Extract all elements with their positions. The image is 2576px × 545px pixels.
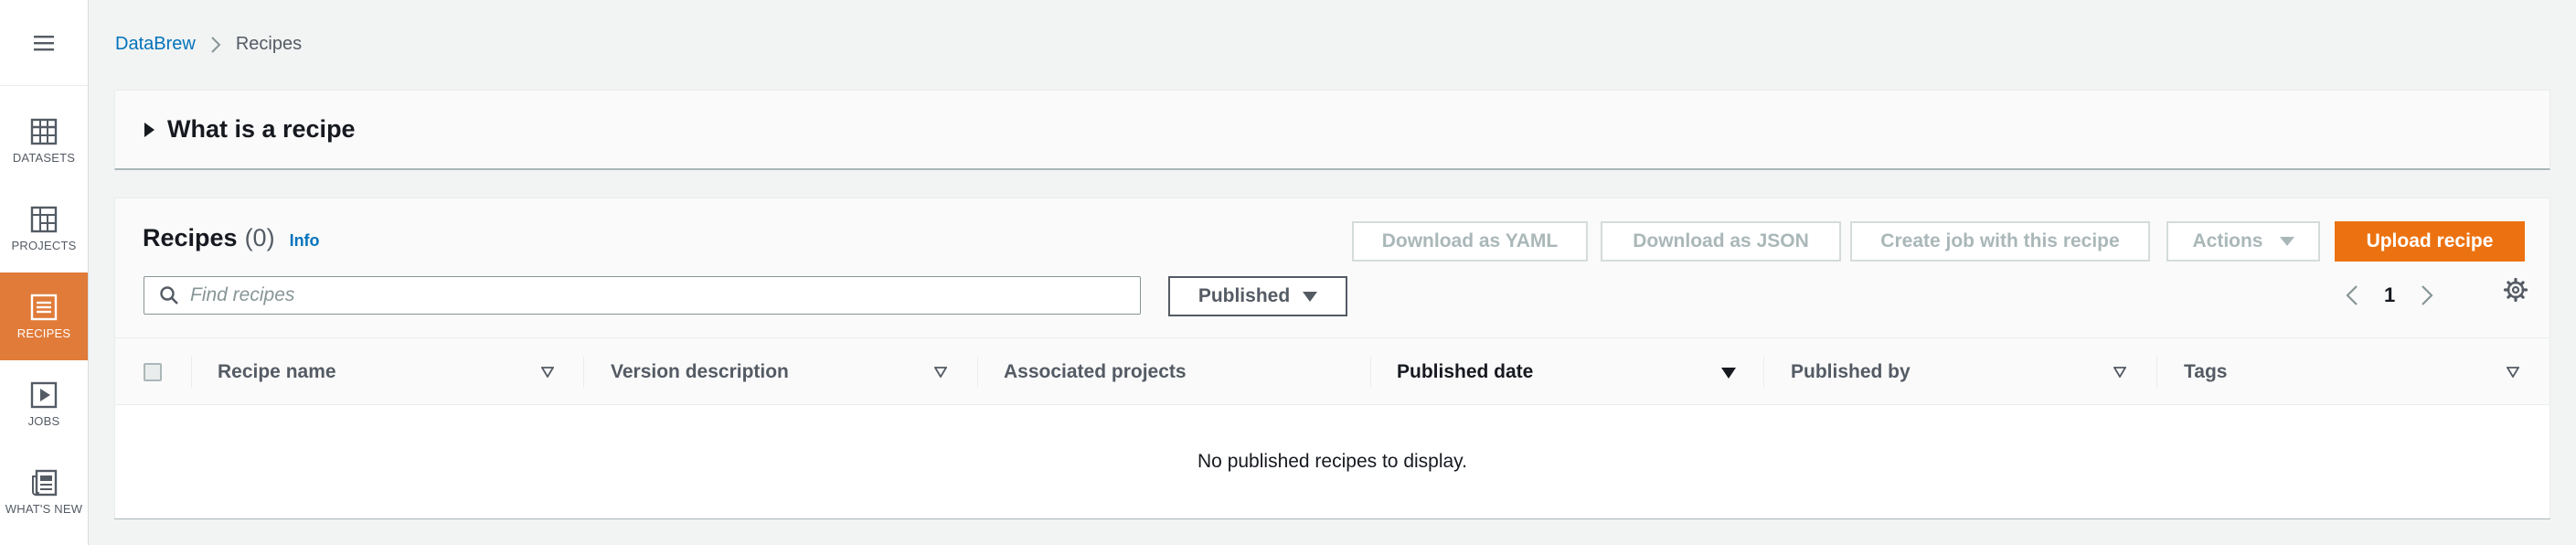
sort-icon[interactable]: [541, 367, 554, 378]
actions-dropdown[interactable]: Actions: [2166, 221, 2320, 262]
column-header-version-description[interactable]: Version description: [611, 338, 789, 406]
recipes-header: Recipes (0) Info: [143, 224, 320, 252]
menu-toggle-button[interactable]: [0, 0, 88, 86]
nav-item-projects[interactable]: PROJECTS: [0, 185, 88, 272]
status-filter-dropdown[interactable]: Published: [1168, 276, 1347, 316]
table-header: Recipe name Version description Associat…: [115, 337, 2549, 405]
recipes-table-container: Recipes (0) Info Download as YAML Downlo…: [114, 198, 2550, 519]
select-all-checkbox[interactable]: [144, 363, 162, 381]
chevron-right-icon[interactable]: [2421, 284, 2433, 306]
column-divider: [583, 357, 584, 388]
breadcrumb-current: Recipes: [235, 34, 303, 54]
column-header-recipe-name[interactable]: Recipe name: [218, 338, 336, 406]
nav-item-recipes[interactable]: RECIPES: [0, 272, 88, 360]
empty-state-message: No published recipes to display.: [1198, 451, 1467, 472]
column-divider: [1763, 357, 1764, 388]
nav-item-jobs[interactable]: JOBS: [0, 360, 88, 448]
column-header-tags[interactable]: Tags: [2184, 338, 2227, 406]
chevron-left-icon[interactable]: [2346, 284, 2358, 306]
search-box: [144, 276, 1141, 315]
actions-label: Actions: [2192, 230, 2263, 251]
column-label: Published by: [1791, 361, 1911, 382]
caret-down-icon: [2279, 237, 2294, 246]
column-divider: [2156, 357, 2157, 388]
nav-item-datasets[interactable]: DATASETS: [0, 97, 88, 185]
nav-item-label: JOBS: [27, 413, 60, 428]
search-input[interactable]: [190, 284, 1104, 306]
create-job-button[interactable]: Create job with this recipe: [1850, 221, 2150, 262]
column-label: Associated projects: [1004, 361, 1187, 382]
expander-title: What is a recipe: [167, 115, 356, 143]
newspaper-icon: [32, 469, 58, 496]
column-label: Recipe name: [218, 361, 336, 382]
hamburger-icon: [34, 35, 54, 50]
grid-icon: [30, 206, 58, 232]
current-page[interactable]: 1: [2384, 283, 2395, 307]
column-header-published-by[interactable]: Published by: [1791, 338, 1911, 406]
column-label: Version description: [611, 361, 789, 382]
column-header-published-date[interactable]: Published date: [1397, 338, 1533, 406]
download-yaml-button[interactable]: Download as YAML: [1352, 221, 1588, 262]
search-icon: [160, 286, 178, 305]
filter-selected-value: Published: [1198, 285, 1291, 306]
column-divider: [1370, 357, 1371, 388]
recipe-icon: [30, 294, 58, 320]
pagination: 1: [2346, 275, 2433, 315]
recipes-count: (0): [244, 224, 275, 251]
column-divider: [977, 357, 978, 388]
nav-item-whats-new[interactable]: WHAT'S NEW: [0, 448, 88, 536]
play-icon: [30, 381, 58, 408]
breadcrumb-databrew-link[interactable]: DataBrew: [115, 34, 196, 55]
gear-icon: [2503, 277, 2528, 303]
caret-down-icon: [1303, 291, 1318, 302]
sort-icon[interactable]: [934, 367, 947, 378]
column-divider: [191, 357, 192, 388]
table-icon: [30, 118, 58, 144]
breadcrumb: DataBrew Recipes: [115, 34, 302, 55]
column-header-associated-projects: Associated projects: [1004, 338, 1187, 406]
nav-item-label: RECIPES: [16, 326, 71, 340]
recipes-title: Recipes: [143, 224, 238, 251]
preferences-button[interactable]: [2503, 277, 2528, 307]
sort-icon[interactable]: [2113, 367, 2126, 378]
upload-recipe-button[interactable]: Upload recipe: [2335, 221, 2525, 262]
info-link[interactable]: Info: [290, 231, 320, 251]
column-label: Tags: [2184, 361, 2228, 382]
what-is-recipe-expander[interactable]: What is a recipe: [114, 90, 2550, 170]
download-json-button[interactable]: Download as JSON: [1601, 221, 1841, 262]
column-label: Published date: [1397, 361, 1534, 382]
sort-icon[interactable]: [2507, 367, 2519, 378]
nav-item-label: DATASETS: [12, 150, 76, 165]
chevron-right-icon: [210, 36, 221, 54]
nav-item-label: WHAT'S NEW: [5, 501, 83, 516]
caret-right-icon: [144, 122, 154, 137]
sort-descending-icon[interactable]: [1720, 367, 1737, 379]
side-navigation: DATASETS PROJECTS RECIPES JOBS WHAT'S NE…: [0, 0, 89, 545]
table-body: No published recipes to display.: [115, 405, 2549, 518]
nav-item-label: PROJECTS: [11, 238, 77, 252]
